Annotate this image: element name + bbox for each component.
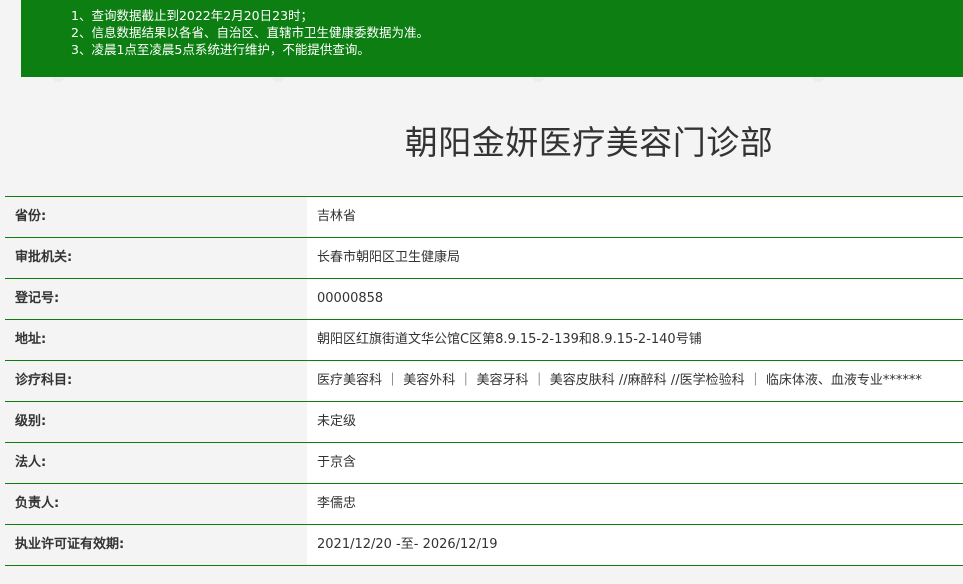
table-row: 法人: 于京含 <box>5 443 963 484</box>
row-label: 级别: <box>5 402 307 442</box>
table-row: 诊疗科目: 医疗美容科 ｜ 美容外科 ｜ 美容牙科 ｜ 美容皮肤科 //麻醉科 … <box>5 361 963 402</box>
notice-banner: 1、查询数据截止到2022年2月20日23时； 2、信息数据结果以各省、自治区、… <box>21 0 963 77</box>
row-value: 朝阳区红旗街道文华公馆C区第8.9.15-2-139和8.9.15-2-140号… <box>307 320 963 360</box>
row-value: 2021/12/20 -至- 2026/12/19 <box>307 525 963 565</box>
notice-line: 1、查询数据截止到2022年2月20日23时； <box>71 8 314 23</box>
table-row: 负责人: 李儒忠 <box>5 484 963 525</box>
notice-line: 2、信息数据结果以各省、自治区、直辖市卫生健康委数据为准。 <box>71 25 429 40</box>
row-label: 审批机关: <box>5 238 307 278</box>
table-row: 级别: 未定级 <box>5 402 963 443</box>
row-label: 登记号: <box>5 279 307 319</box>
row-label: 省份: <box>5 197 307 237</box>
row-value: 医疗美容科 ｜ 美容外科 ｜ 美容牙科 ｜ 美容皮肤科 //麻醉科 //医学检验… <box>307 361 963 401</box>
row-label: 法人: <box>5 443 307 483</box>
row-value: 吉林省 <box>307 197 963 237</box>
row-label: 执业许可证有效期: <box>5 525 307 565</box>
info-table: 省份: 吉林省 审批机关: 长春市朝阳区卫生健康局 登记号: 00000858 … <box>5 196 963 566</box>
row-label: 地址: <box>5 320 307 360</box>
notice-line: 3、凌晨1点至凌晨5点系统进行维护，不能提供查询。 <box>71 42 370 57</box>
table-row: 审批机关: 长春市朝阳区卫生健康局 <box>5 238 963 279</box>
row-value: 长春市朝阳区卫生健康局 <box>307 238 963 278</box>
row-value: 未定级 <box>307 402 963 442</box>
table-row: 执业许可证有效期: 2021/12/20 -至- 2026/12/19 <box>5 525 963 566</box>
row-label: 负责人: <box>5 484 307 524</box>
table-row: 登记号: 00000858 <box>5 279 963 320</box>
table-row: 省份: 吉林省 <box>5 197 963 238</box>
row-value: 李儒忠 <box>307 484 963 524</box>
table-row: 地址: 朝阳区红旗街道文华公馆C区第8.9.15-2-139和8.9.15-2-… <box>5 320 963 361</box>
page-title: 朝阳金妍医疗美容门诊部 <box>404 123 774 162</box>
row-label: 诊疗科目: <box>5 361 307 401</box>
row-value: 于京含 <box>307 443 963 483</box>
row-value: 00000858 <box>307 279 963 319</box>
